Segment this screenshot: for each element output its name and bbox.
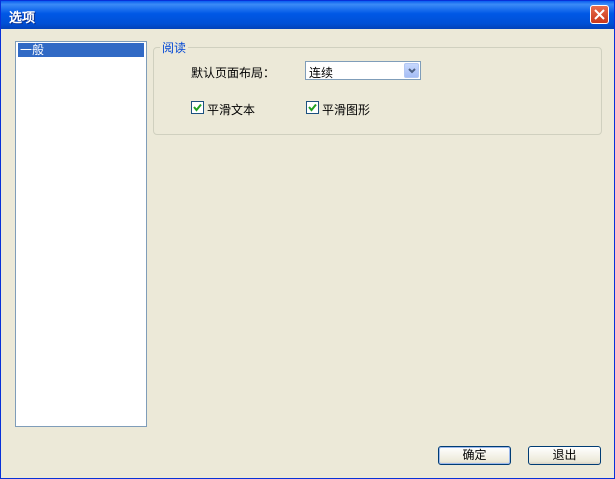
- smooth-graphics-label[interactable]: 平滑图形: [322, 101, 370, 118]
- exit-button[interactable]: 退出: [528, 446, 601, 465]
- close-icon: [594, 9, 605, 20]
- options-dialog: 选项 一般 阅读 默认页面布局： 连续 平滑文本 平滑图形 确定 退出: [0, 0, 615, 479]
- smooth-graphics-checkbox[interactable]: [306, 101, 319, 114]
- smooth-text-checkbox[interactable]: [191, 101, 204, 114]
- ok-button[interactable]: 确定: [438, 446, 511, 465]
- check-icon: [308, 103, 317, 112]
- chevron-down-icon: [408, 68, 416, 74]
- reading-group-title: 阅读: [160, 39, 189, 56]
- category-list[interactable]: 一般: [15, 41, 147, 427]
- title-bar[interactable]: 选项: [1, 1, 614, 29]
- check-icon: [193, 103, 202, 112]
- window-title: 选项: [9, 11, 36, 26]
- smooth-text-label[interactable]: 平滑文本: [207, 101, 255, 118]
- category-item-label: 一般: [20, 43, 45, 57]
- default-layout-label: 默认页面布局：: [191, 66, 276, 80]
- dropdown-button[interactable]: [404, 63, 419, 78]
- close-button[interactable]: [590, 5, 609, 24]
- default-layout-value: 连续: [309, 66, 334, 80]
- category-item-general[interactable]: 一般: [18, 43, 144, 57]
- default-layout-select[interactable]: 连续: [305, 61, 421, 80]
